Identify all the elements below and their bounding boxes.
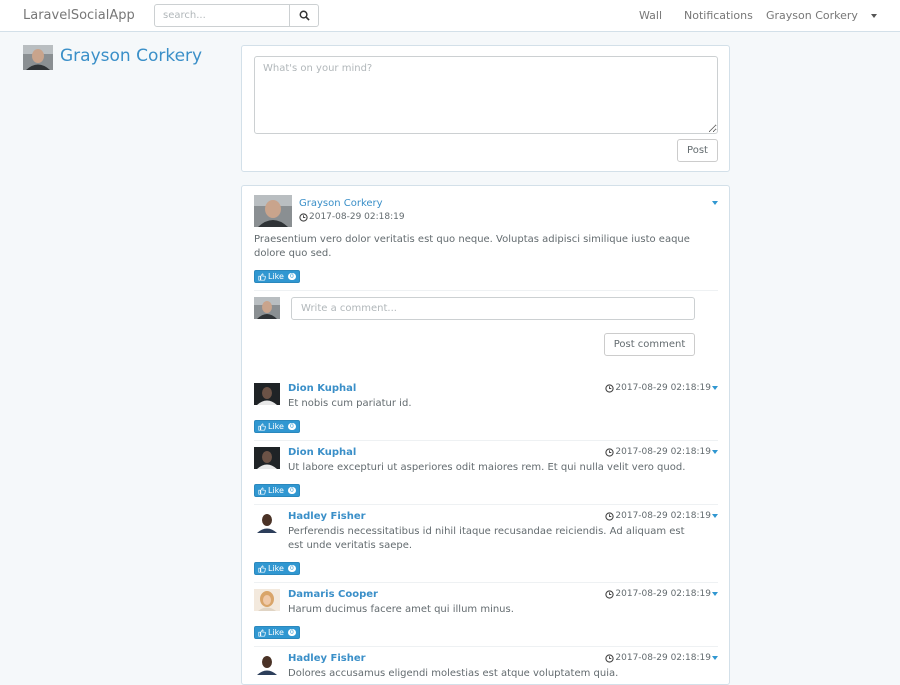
comment-author[interactable]: Dion Kuphal <box>288 383 356 394</box>
comment-item: Dion Kuphal 2017-08-29 02:18:19 Et nobis… <box>254 383 718 435</box>
post-author-name[interactable]: Grayson Corkery <box>299 198 383 209</box>
status-textarea[interactable] <box>254 56 718 134</box>
profile-avatar[interactable] <box>23 45 53 70</box>
comment-options-caret-icon[interactable] <box>712 450 718 454</box>
clock-icon <box>299 212 308 222</box>
commenter-avatar[interactable] <box>254 589 280 611</box>
post-panel: Grayson Corkery 2017-08-29 02:18:19 Prae… <box>241 185 730 685</box>
comment-text: Dolores accusamus eligendi molestias est… <box>288 668 619 679</box>
post-timestamp: 2017-08-29 02:18:19 <box>299 212 405 222</box>
comment-timestamp-text: 2017-08-29 02:18:19 <box>615 447 711 457</box>
comment-timestamp: 2017-08-29 02:18:19 <box>605 653 718 663</box>
commenter-avatar[interactable] <box>254 383 280 405</box>
commenter-avatar[interactable] <box>254 447 280 469</box>
comment-options-caret-icon[interactable] <box>712 656 718 660</box>
comment-like-button[interactable]: Like 0 <box>254 420 300 433</box>
comment-like-count: 0 <box>287 629 296 636</box>
comment-input[interactable] <box>291 297 695 320</box>
comment-item: Hadley Fisher 2017-08-29 02:18:19 Perfer… <box>254 511 718 577</box>
comment-form-avatar <box>254 297 280 319</box>
comment-author[interactable]: Hadley Fisher <box>288 511 366 522</box>
clock-icon <box>605 653 615 663</box>
comment-timestamp: 2017-08-29 02:18:19 <box>605 511 718 521</box>
post-like-button[interactable]: Like 0 <box>254 270 300 283</box>
nav-link-wall[interactable]: Wall <box>639 9 662 22</box>
comment-text: Ut labore excepturi ut asperiores odit m… <box>288 462 686 473</box>
profile-name[interactable]: Grayson Corkery <box>60 46 202 66</box>
clock-icon <box>605 447 615 457</box>
comment-like-count: 0 <box>287 423 296 430</box>
thumbs-up-icon <box>258 628 266 637</box>
post-button[interactable]: Post <box>677 139 718 162</box>
thumbs-up-icon <box>258 564 266 573</box>
comment-options-caret-icon[interactable] <box>712 386 718 390</box>
comment-timestamp-text: 2017-08-29 02:18:19 <box>615 653 711 663</box>
comment-like-count: 0 <box>287 487 296 494</box>
divider <box>254 290 718 291</box>
comment-item: Damaris Cooper 2017-08-29 02:18:19 Harum… <box>254 589 718 641</box>
search-input[interactable] <box>154 4 290 27</box>
comment-timestamp: 2017-08-29 02:18:19 <box>605 383 718 393</box>
comment-like-label: Like <box>268 486 284 495</box>
comment-item: Dion Kuphal 2017-08-29 02:18:19 Ut labor… <box>254 447 718 499</box>
comment-like-button[interactable]: Like 0 <box>254 626 300 639</box>
post-options-caret-icon[interactable] <box>712 201 718 205</box>
search-icon <box>299 10 310 21</box>
clock-icon <box>605 589 615 599</box>
comment-options-caret-icon[interactable] <box>712 592 718 596</box>
brand-link[interactable]: LaravelSocialApp <box>23 8 135 23</box>
comment-like-button[interactable]: Like 0 <box>254 484 300 497</box>
comment-timestamp-text: 2017-08-29 02:18:19 <box>615 383 711 393</box>
comment-like-label: Like <box>268 564 284 573</box>
thumbs-up-icon <box>258 272 266 281</box>
search-button[interactable] <box>289 4 319 27</box>
nav-link-notifications[interactable]: Notifications <box>684 9 753 22</box>
comment-timestamp-text: 2017-08-29 02:18:19 <box>615 511 711 521</box>
post-like-count: 0 <box>287 273 296 280</box>
comment-like-label: Like <box>268 422 284 431</box>
comment-timestamp: 2017-08-29 02:18:19 <box>605 589 718 599</box>
comment-like-label: Like <box>268 628 284 637</box>
post-timestamp-text: 2017-08-29 02:18:19 <box>309 212 405 222</box>
comment-text: Perferendis necessitatibus id nihil itaq… <box>288 526 685 551</box>
comment-like-button[interactable]: Like 0 <box>254 562 300 575</box>
post-body: Praesentium vero dolor veritatis est quo… <box>254 234 690 259</box>
comment-item: Hadley Fisher 2017-08-29 02:18:19 Dolore… <box>254 653 718 684</box>
comment-author[interactable]: Dion Kuphal <box>288 447 356 458</box>
comment-timestamp: 2017-08-29 02:18:19 <box>605 447 718 457</box>
clock-icon <box>605 511 615 521</box>
comment-text: Harum ducimus facere amet qui illum minu… <box>288 604 514 615</box>
divider <box>254 440 718 441</box>
comment-text: Et nobis cum pariatur id. <box>288 398 412 409</box>
navbar: LaravelSocialApp Wall Notifications Gray… <box>0 0 900 32</box>
post-author-avatar[interactable] <box>254 195 292 227</box>
nav-link-user[interactable]: Grayson Corkery <box>766 9 858 22</box>
post-comment-button[interactable]: Post comment <box>604 333 695 356</box>
comment-timestamp-text: 2017-08-29 02:18:19 <box>615 589 711 599</box>
commenter-avatar[interactable] <box>254 653 280 675</box>
user-menu-caret-icon[interactable] <box>871 14 877 18</box>
comment-options-caret-icon[interactable] <box>712 514 718 518</box>
post-like-label: Like <box>268 272 284 281</box>
post-composer: Post <box>241 45 730 172</box>
divider <box>254 504 718 505</box>
clock-icon <box>605 383 615 393</box>
divider <box>254 646 718 647</box>
thumbs-up-icon <box>258 422 266 431</box>
comment-author[interactable]: Hadley Fisher <box>288 653 366 664</box>
comment-like-count: 0 <box>287 565 296 572</box>
thumbs-up-icon <box>258 486 266 495</box>
divider <box>254 582 718 583</box>
comment-author[interactable]: Damaris Cooper <box>288 589 378 600</box>
commenter-avatar[interactable] <box>254 511 280 533</box>
